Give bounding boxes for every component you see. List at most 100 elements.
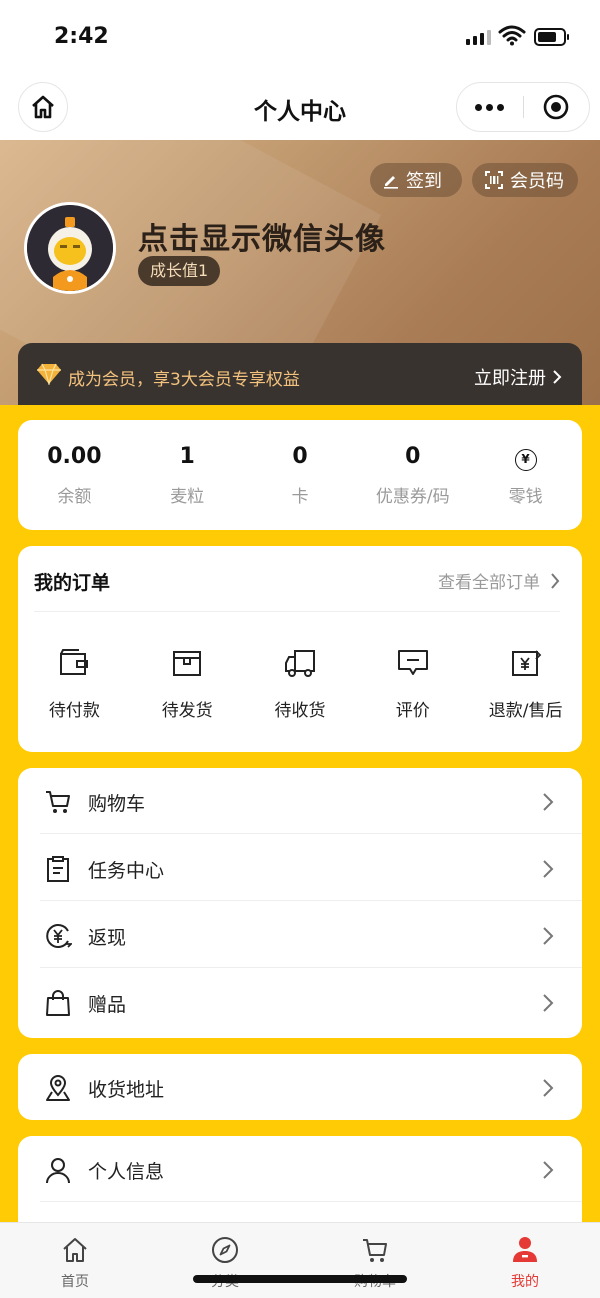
bottom-tab-bar: 首页 分类 购物车 我的 <box>0 1222 600 1298</box>
stat-value: 0 <box>292 444 308 469</box>
divider <box>40 967 582 968</box>
menu-item-label: 任务中心 <box>88 860 165 882</box>
profile-header: 签到 会员码 点击显示微信头像 成长值1 成为会员，享3大会员专享权益 立即注册 <box>0 140 600 405</box>
barcode-icon <box>485 171 503 189</box>
signal-icon <box>466 30 491 45</box>
divider <box>40 900 582 901</box>
order-pending-shipment[interactable]: 待发货 <box>131 646 244 721</box>
gift-bag-icon <box>46 990 70 1016</box>
chevron-right-icon <box>543 793 554 811</box>
order-refund[interactable]: 退款/售后 <box>469 646 582 721</box>
chevron-right-icon <box>543 860 554 878</box>
stat-change[interactable]: ¥ 零钱 <box>469 420 582 530</box>
close-mini-program-button[interactable] <box>524 93 590 121</box>
order-pending-receipt[interactable]: 待收货 <box>244 646 357 721</box>
stat-balance[interactable]: 0.00 余额 <box>18 420 131 530</box>
order-review[interactable]: 评价 <box>356 646 469 721</box>
menu-item-tasks[interactable]: 任务中心 <box>18 835 582 901</box>
stat-points[interactable]: 1 麦粒 <box>131 420 244 530</box>
address-card: 收货地址 <box>18 1054 582 1120</box>
status-time: 2:42 <box>54 24 109 49</box>
home-icon <box>63 1238 87 1262</box>
stat-label: 余额 <box>57 487 92 507</box>
clipboard-icon <box>47 856 69 882</box>
stat-value: 1 <box>179 444 195 469</box>
mascot-avatar-icon <box>27 205 113 291</box>
tab-cart[interactable]: 购物车 <box>300 1223 450 1298</box>
compass-icon <box>212 1237 238 1263</box>
tab-home[interactable]: 首页 <box>0 1223 150 1298</box>
vip-banner[interactable]: 成为会员，享3大会员专享权益 立即注册 <box>18 343 582 405</box>
stat-coupons[interactable]: 0 优惠券/码 <box>356 420 469 530</box>
mini-program-capsule <box>456 82 590 132</box>
menu-item-cashback[interactable]: 返现 <box>18 902 582 968</box>
member-code-button[interactable]: 会员码 <box>472 163 578 197</box>
order-status-row: 待付款 待发货 待收货 评价 退款/售后 <box>18 646 582 721</box>
order-pending-payment[interactable]: 待付款 <box>18 646 131 721</box>
comment-icon <box>397 650 428 675</box>
order-item-label: 待收货 <box>274 701 326 721</box>
divider <box>40 833 582 834</box>
tab-mine[interactable]: 我的 <box>450 1223 600 1298</box>
wallet-icon <box>60 649 89 675</box>
tab-label: 首页 <box>61 1274 89 1290</box>
member-code-label: 会员码 <box>510 171 564 192</box>
diamond-icon <box>37 363 61 385</box>
divider <box>40 1201 582 1202</box>
orders-card: 我的订单 查看全部订单 待付款 待发货 待收货 评价 退款/售后 <box>18 546 582 752</box>
chevron-right-icon <box>551 572 560 589</box>
truck-icon <box>284 650 315 677</box>
menu-item-address[interactable]: 收货地址 <box>18 1054 582 1120</box>
chevron-right-icon <box>543 1079 554 1097</box>
order-item-label: 退款/售后 <box>488 701 563 721</box>
wifi-icon <box>498 25 526 46</box>
refund-icon <box>511 650 541 676</box>
order-item-label: 待发货 <box>161 701 213 721</box>
order-item-label: 评价 <box>395 701 430 721</box>
stat-value: 0.00 <box>47 444 102 469</box>
stat-value: 0 <box>405 444 421 469</box>
menu-item-cart[interactable]: 购物车 <box>18 768 582 834</box>
person-icon <box>46 1158 70 1184</box>
sign-in-button[interactable]: 签到 <box>370 163 462 197</box>
service-menu-card: 购物车 任务中心 返现 赠品 <box>18 768 582 1038</box>
menu-item-personal-info[interactable]: 个人信息 <box>18 1136 582 1202</box>
nickname[interactable]: 点击显示微信头像 <box>138 214 386 258</box>
menu-item-label: 购物车 <box>88 793 146 815</box>
yen-circle-icon: ¥ <box>514 449 537 471</box>
chevron-right-icon <box>543 994 554 1012</box>
more-menu-button[interactable] <box>457 103 523 111</box>
orders-title: 我的订单 <box>34 572 111 594</box>
box-icon <box>173 651 202 676</box>
view-all-orders-link[interactable]: 查看全部订单 <box>438 568 560 593</box>
register-link[interactable]: 立即注册 <box>474 364 562 390</box>
stat-label: 卡 <box>291 487 309 507</box>
menu-item-label: 收货地址 <box>88 1079 165 1101</box>
chevron-right-icon <box>553 370 562 384</box>
tab-category[interactable]: 分类 <box>150 1223 300 1298</box>
menu-item-label: 返现 <box>88 927 127 949</box>
tab-label: 我的 <box>511 1274 539 1290</box>
orders-header: 我的订单 查看全部订单 <box>34 546 560 612</box>
cart-icon <box>46 791 70 813</box>
stat-label: 麦粒 <box>170 487 205 507</box>
menu-item-gifts[interactable]: 赠品 <box>18 969 582 1035</box>
home-indicator <box>193 1275 407 1283</box>
avatar[interactable] <box>24 202 116 294</box>
stat-label: 优惠券/码 <box>375 487 450 507</box>
menu-item-label: 赠品 <box>88 994 127 1016</box>
sign-in-label: 签到 <box>406 171 442 192</box>
vip-promo-text: 成为会员，享3大会员专享权益 <box>68 370 300 390</box>
register-label: 立即注册 <box>474 368 546 389</box>
target-icon <box>543 94 569 120</box>
pencil-icon <box>384 176 398 189</box>
growth-badge[interactable]: 成长值1 <box>138 256 221 286</box>
status-bar: 2:42 <box>0 0 600 76</box>
order-item-label: 待付款 <box>48 701 100 721</box>
battery-icon <box>534 28 569 46</box>
cashback-icon <box>46 924 72 948</box>
stat-cards[interactable]: 0 卡 <box>244 420 357 530</box>
chevron-right-icon <box>543 1161 554 1179</box>
view-all-label: 查看全部订单 <box>438 573 540 593</box>
assets-card: 0.00 余额 1 麦粒 0 卡 0 优惠券/码 ¥ 零钱 <box>18 420 582 530</box>
